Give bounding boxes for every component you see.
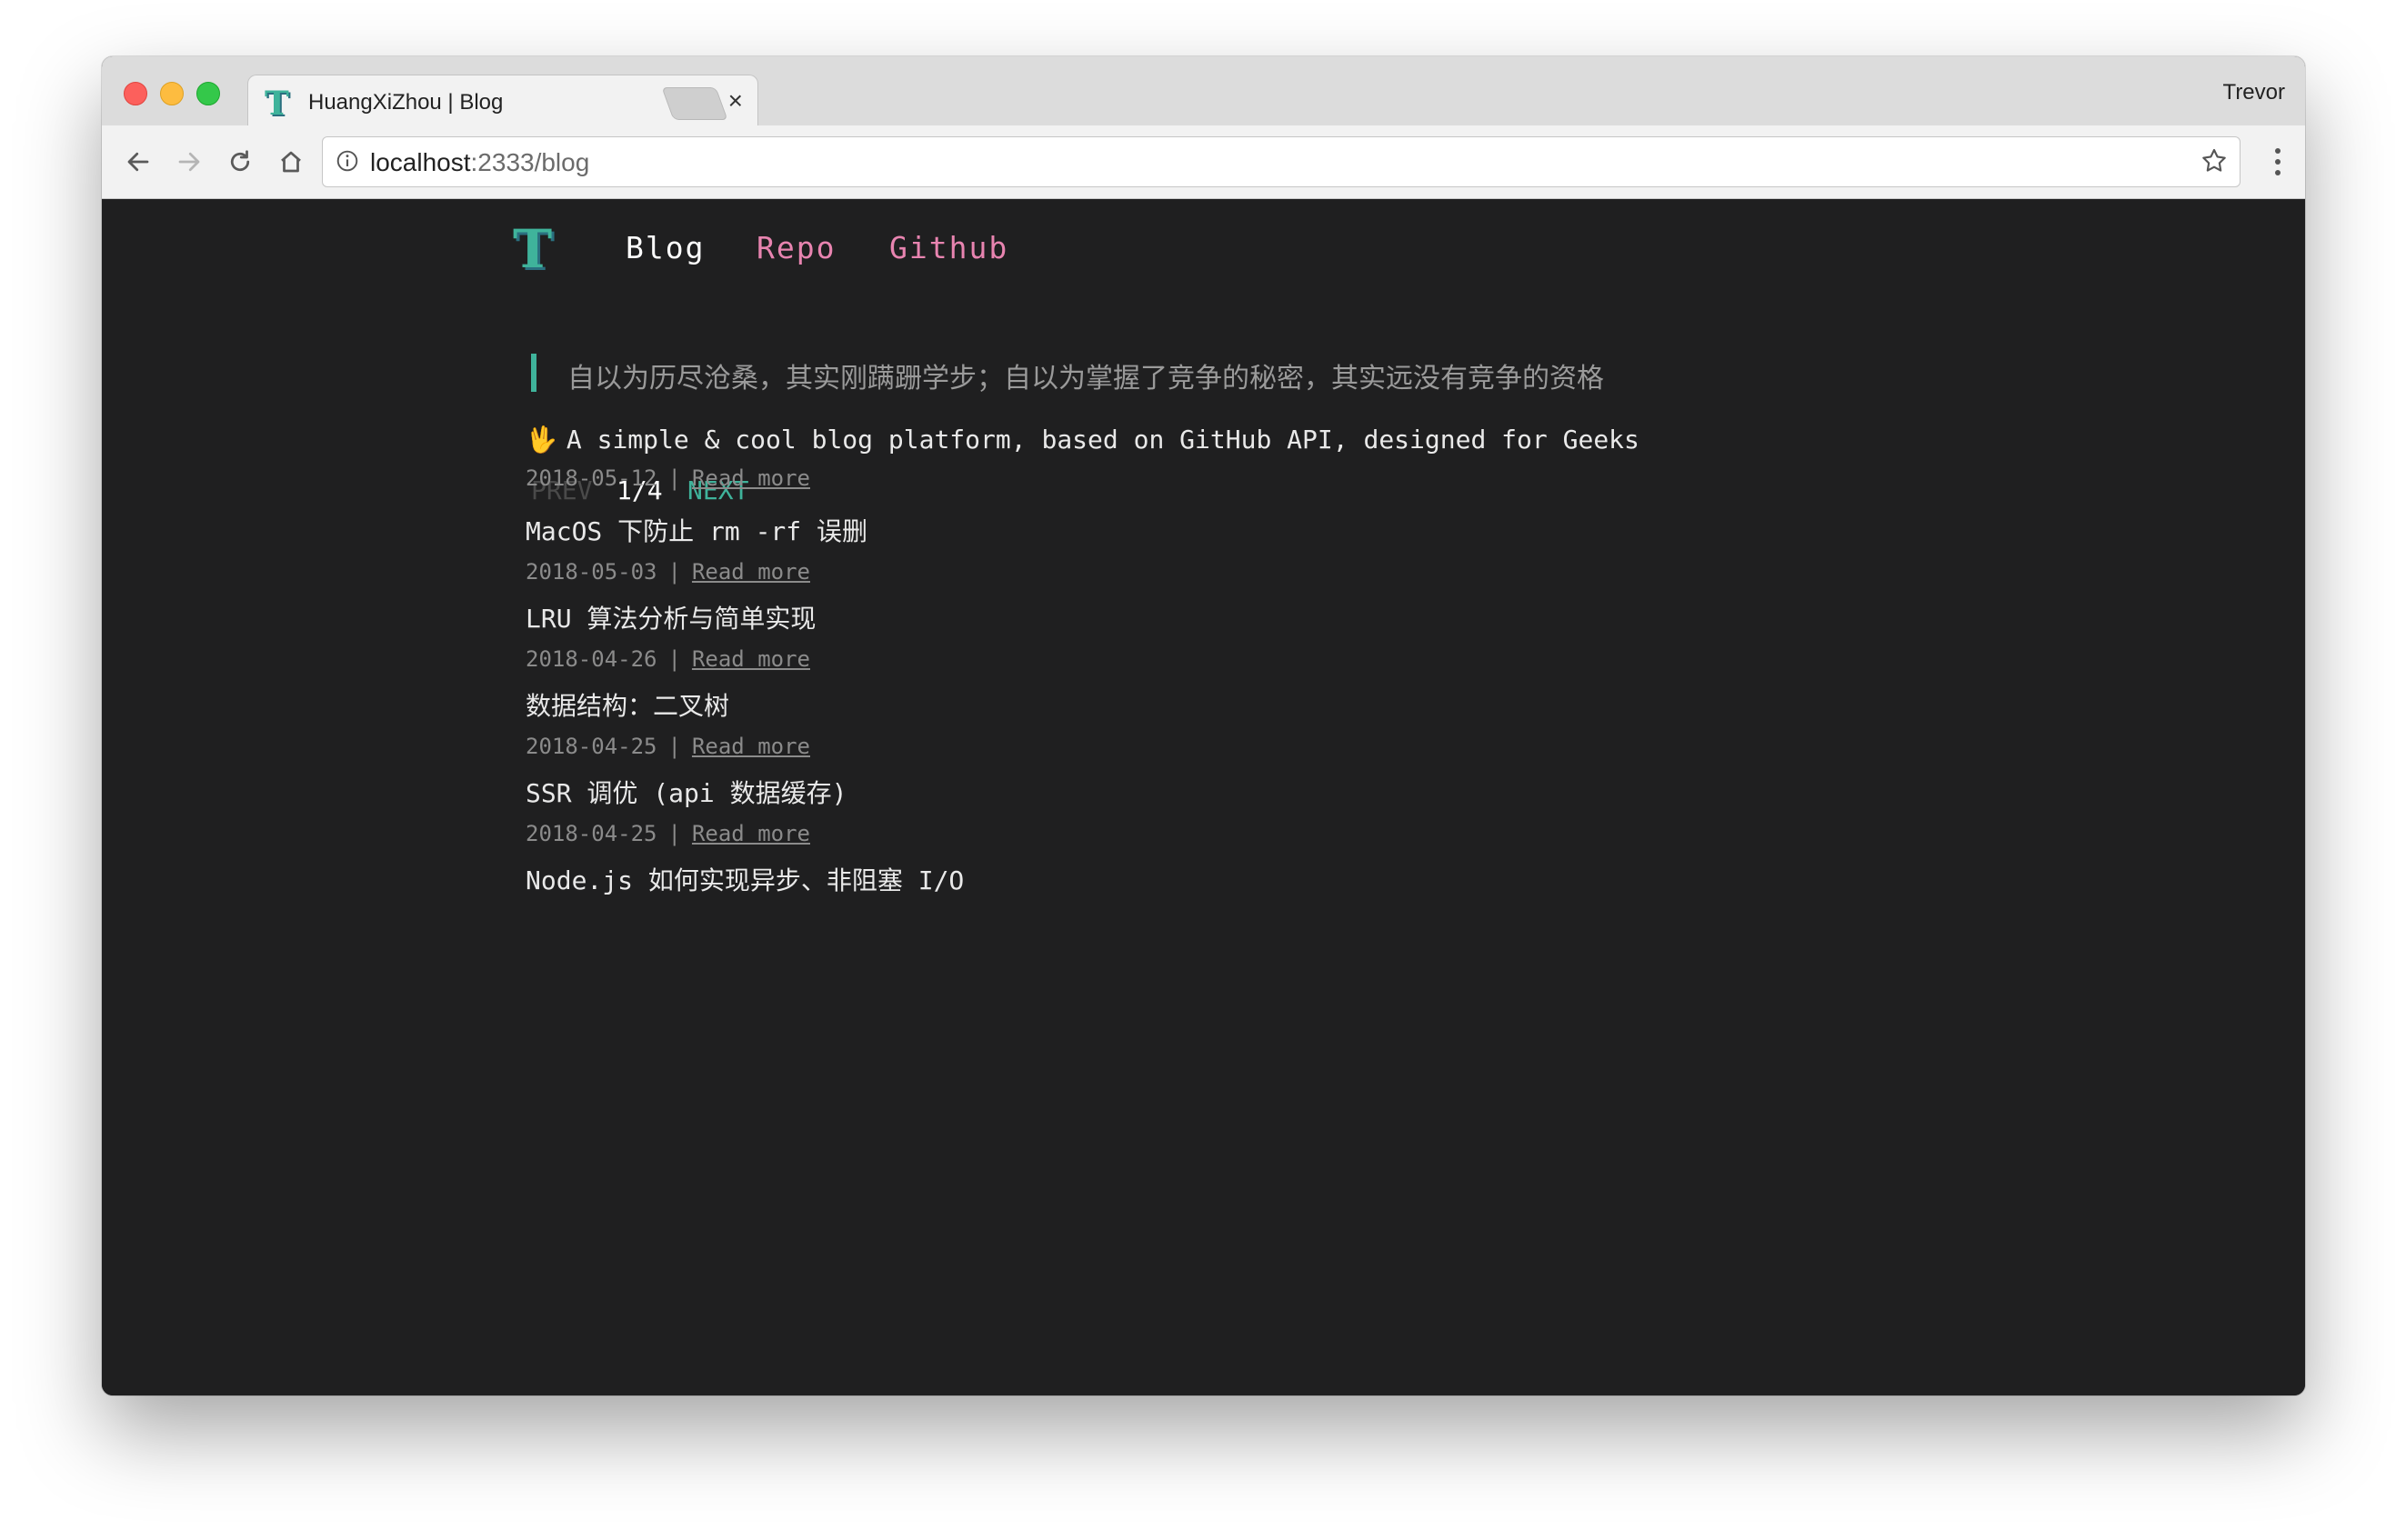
post-item: SSR 调优 (api 数据缓存) 2018-04-25 | Read more (526, 774, 847, 846)
post-title[interactable]: 数据结构：二叉树 (526, 686, 810, 723)
post-date: 2018-05-03 (526, 559, 657, 585)
meta-separator: | (667, 465, 681, 491)
post-title[interactable]: LRU 算法分析与简单实现 (526, 599, 816, 635)
nav-repo-link[interactable]: Repo (757, 230, 836, 265)
address-bar[interactable]: localhost:2333/blog (322, 136, 2241, 187)
home-button[interactable] (271, 142, 311, 182)
url-text[interactable]: localhost:2333/blog (370, 148, 589, 177)
arrow-left-icon (127, 152, 149, 172)
meta-separator: | (667, 559, 681, 585)
post-item: Node.js 如何实现异步、非阻塞 I/O (526, 861, 964, 897)
profile-name[interactable]: Trevor (2223, 80, 2285, 105)
bookmark-star-icon[interactable] (2200, 146, 2229, 175)
nav-github-link[interactable]: Github (889, 230, 1008, 265)
info-icon[interactable] (336, 149, 359, 173)
post-item: 数据结构：二叉树 2018-04-25 | Read more (526, 686, 810, 759)
reload-icon (230, 150, 250, 172)
site-quote: 自以为历尽沧桑，其实刚蹒跚学步；自以为掌握了竞争的秘密，其实远没有竞争的资格 (567, 363, 1604, 395)
post-meta: 2018-04-25 | Read more (526, 821, 847, 846)
new-tab-button[interactable] (661, 87, 728, 120)
read-more-link[interactable]: Read more (692, 734, 810, 759)
nav-blog-link[interactable]: Blog (626, 230, 705, 265)
read-more-link[interactable]: Read more (692, 559, 810, 585)
post-item: LRU 算法分析与简单实现 2018-04-26 | Read more (526, 599, 816, 672)
quote-accent-bar (531, 354, 536, 392)
post-date: 2018-05-12 (526, 465, 657, 491)
browser-toolbar: localhost:2333/blog (102, 125, 2305, 199)
post-date: 2018-04-26 (526, 646, 657, 672)
home-icon (281, 151, 301, 173)
vulcan-salute-icon: 🖖 (526, 425, 557, 455)
site-logo[interactable]: T (513, 223, 564, 277)
meta-separator: | (667, 734, 681, 759)
tab-strip: T HuangXiZhou | Blog × Trevor (102, 56, 2305, 128)
read-more-link[interactable]: Read more (692, 465, 810, 491)
arrow-right-icon (178, 152, 200, 172)
close-window-button[interactable] (124, 82, 147, 105)
post-date: 2018-04-25 (526, 734, 657, 759)
read-more-link[interactable]: Read more (692, 821, 810, 846)
back-button[interactable] (118, 142, 158, 182)
favicon-icon: T (265, 85, 289, 123)
tab-close-icon[interactable]: × (728, 86, 743, 115)
post-title[interactable]: Node.js 如何实现异步、非阻塞 I/O (526, 861, 964, 897)
forward-button[interactable] (169, 142, 209, 182)
post-meta: 2018-04-25 | Read more (526, 734, 810, 759)
post-title-text: A simple & cool blog platform, based on … (566, 425, 1639, 455)
meta-separator: | (667, 646, 681, 672)
meta-separator: | (667, 821, 681, 846)
browser-window: T HuangXiZhou | Blog × Trevor localhost:… (102, 56, 2305, 1395)
read-more-link[interactable]: Read more (692, 646, 810, 672)
url-path: :2333/blog (470, 148, 590, 176)
post-title[interactable]: MacOS 下防止 rm -rf 误删 (526, 512, 867, 548)
post-date: 2018-04-25 (526, 821, 657, 846)
post-item: MacOS 下防止 rm -rf 误删 2018-05-03 | Read more (526, 512, 867, 585)
tab-title: HuangXiZhou | Blog (308, 90, 504, 115)
post-item: 🖖 A simple & cool blog platform, based on… (526, 425, 1639, 491)
zoom-window-button[interactable] (196, 82, 220, 105)
post-meta: 2018-05-12 | Read more (526, 465, 1639, 491)
post-meta: 2018-05-03 | Read more (526, 559, 867, 585)
post-title[interactable]: SSR 调优 (api 数据缓存) (526, 774, 847, 810)
minimize-window-button[interactable] (160, 82, 184, 105)
post-title[interactable]: 🖖 A simple & cool blog platform, based on… (526, 425, 1639, 455)
browser-menu-icon[interactable] (2274, 147, 2281, 176)
reload-button[interactable] (220, 142, 260, 182)
page-content: T Blog Repo Github 自以为历尽沧桑，其实刚蹒跚学步；自以为掌握… (102, 199, 2305, 1395)
post-meta: 2018-04-26 | Read more (526, 646, 816, 672)
url-host: localhost (370, 148, 471, 176)
